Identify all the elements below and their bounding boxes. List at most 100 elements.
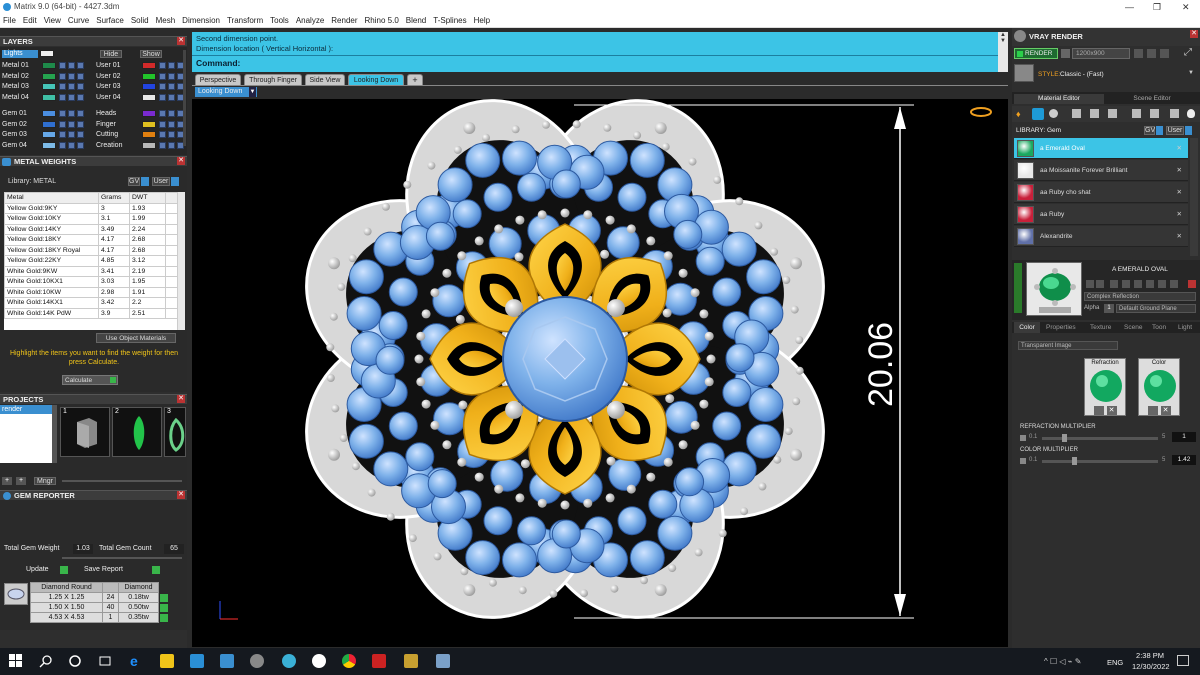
preview-tool-icon[interactable] [1086, 280, 1094, 288]
paint-icon[interactable] [1150, 109, 1159, 118]
style-value[interactable]: Classic - (Fast) [1060, 71, 1104, 78]
remove-icon[interactable]: ✕ [1177, 182, 1182, 203]
edit-icon[interactable] [1147, 406, 1158, 415]
frame-icon[interactable] [1160, 49, 1169, 58]
lock-icon[interactable] [159, 120, 166, 128]
layer-toggle-icon[interactable] [77, 141, 84, 149]
layer-color-swatch[interactable] [142, 93, 156, 101]
table-row[interactable]: Yellow Gold:10KY 3.1 1.99 [4, 213, 185, 225]
menu-curve[interactable]: Curve [68, 16, 89, 25]
tab-toon[interactable]: Toon [1152, 322, 1166, 333]
tab-side-view[interactable]: Side View [305, 74, 345, 85]
eye-icon[interactable] [168, 83, 175, 90]
show-button[interactable]: Show [140, 50, 162, 58]
gv-button[interactable]: GV [1144, 126, 1155, 135]
command-prompt[interactable]: Command: [196, 58, 240, 68]
menu-tsplines[interactable]: T-Splines [433, 16, 466, 25]
color-value[interactable]: 1.42 [1172, 455, 1196, 465]
menu-rhino[interactable]: Rhino 5.0 [365, 16, 399, 25]
gem-reporter-slider[interactable] [62, 557, 182, 559]
remove-icon[interactable]: ✕ [1177, 226, 1182, 247]
app-icon[interactable] [372, 654, 386, 668]
close-icon[interactable]: ✕ [177, 491, 185, 499]
lock-icon[interactable] [159, 110, 166, 117]
eye-icon[interactable] [68, 120, 75, 128]
refraction-slider-knob[interactable] [1062, 434, 1068, 442]
project-thumb-2[interactable]: 2 [112, 407, 162, 457]
tab-perspective[interactable]: Perspective [195, 74, 241, 85]
windows-start-icon[interactable] [9, 654, 23, 668]
eye-icon[interactable] [168, 131, 175, 138]
tab-looking-down[interactable]: Looking Down [348, 74, 404, 85]
layer-row[interactable]: Cutting [96, 130, 186, 139]
hide-button[interactable]: Hide [100, 50, 122, 58]
layer-color-swatch[interactable] [142, 72, 156, 80]
menu-analyze[interactable]: Analyze [296, 16, 324, 25]
view-dropdown[interactable]: Looking Down ▼ [195, 87, 257, 97]
maximize-icon[interactable]: ❐ [1153, 0, 1161, 14]
render-button[interactable]: RENDER [1014, 48, 1058, 59]
layer-color-swatch[interactable] [42, 93, 56, 101]
menu-solid[interactable]: Solid [131, 16, 149, 25]
layer-row[interactable]: Gem 03 [2, 130, 92, 139]
language-indicator[interactable]: ENG [1107, 658, 1123, 667]
bulb-icon[interactable] [1187, 109, 1195, 118]
settings-icon[interactable] [1134, 49, 1143, 58]
eye-icon[interactable] [168, 120, 175, 128]
menu-dimension[interactable]: Dimension [182, 16, 220, 25]
menu-help[interactable]: Help [474, 16, 490, 25]
user-toggle[interactable] [1185, 126, 1192, 135]
preview-tool-icon[interactable] [1134, 280, 1142, 288]
projects-scrollbar[interactable] [52, 405, 57, 463]
layer-color-swatch[interactable] [42, 62, 56, 69]
cortana-icon[interactable] [68, 654, 82, 668]
remove-icon[interactable]: ✕ [1177, 160, 1182, 181]
layer-color-swatch[interactable] [142, 83, 156, 90]
eye-icon[interactable] [68, 62, 75, 69]
tab-color[interactable]: Color [1014, 322, 1040, 333]
material-item[interactable]: aa Ruby ✕ [1014, 204, 1188, 225]
eye-icon[interactable] [168, 62, 175, 69]
tab-texture[interactable]: Texture [1090, 322, 1111, 333]
add-project-button[interactable]: + [2, 477, 12, 485]
lock-icon[interactable] [59, 93, 66, 101]
tab-light[interactable]: Light [1178, 322, 1192, 333]
gv-toggle[interactable] [141, 177, 149, 186]
clear-icon[interactable]: ✕ [1106, 406, 1117, 415]
eye-icon[interactable] [168, 72, 175, 80]
layer-row[interactable]: Heads [96, 109, 186, 118]
layer-row[interactable]: User 03 [96, 82, 186, 91]
layer-color-swatch[interactable] [42, 72, 56, 80]
gem-select-icon[interactable] [160, 604, 168, 612]
tray-icons[interactable]: ^ ☐ ◁ ⌁ ✎ [1044, 657, 1082, 666]
gem-tool-icon[interactable] [1032, 108, 1044, 120]
clock[interactable]: 2:38 PM 12/30/2022 [1132, 651, 1170, 671]
matrix-app-icon[interactable] [250, 654, 264, 668]
layer-color-swatch[interactable] [142, 131, 156, 138]
close-icon[interactable]: ✕ [177, 395, 185, 403]
material-item[interactable]: aa Ruby cho shat ✕ [1014, 182, 1188, 203]
preview-tool-icon[interactable] [1110, 280, 1118, 288]
expand-icon[interactable]: ⤢ [1184, 47, 1196, 59]
preview-side-tab[interactable] [1014, 263, 1022, 313]
eye-icon[interactable] [68, 141, 75, 149]
table-row[interactable]: 4.53 X 4.53 1 0.35tw [30, 612, 168, 623]
store-icon[interactable] [190, 654, 204, 668]
project-item-render[interactable]: render [0, 405, 52, 414]
project-thumb-1[interactable]: 1 [60, 407, 110, 457]
edge-icon[interactable]: e [130, 654, 144, 668]
tab-material-editor[interactable]: Material Editor [1014, 94, 1104, 104]
lock-icon[interactable] [59, 120, 66, 128]
app-icon[interactable] [436, 654, 450, 668]
layer-color-swatch[interactable] [142, 62, 156, 69]
user-toggle[interactable] [171, 177, 179, 186]
save-report-button[interactable]: Save Report [84, 565, 160, 575]
table-row[interactable]: Yellow Gold:14KY 3.49 2.24 [4, 223, 185, 235]
table-row[interactable]: Yellow Gold:18KY 4.17 2.68 [4, 234, 185, 246]
preview-tool-icon[interactable] [1096, 280, 1104, 288]
lock-icon[interactable] [159, 141, 166, 149]
reset-icon[interactable] [1188, 280, 1196, 288]
layer-row[interactable]: User 02 [96, 72, 186, 81]
menu-blend[interactable]: Blend [406, 16, 426, 25]
color-slider-knob[interactable] [1071, 457, 1077, 465]
